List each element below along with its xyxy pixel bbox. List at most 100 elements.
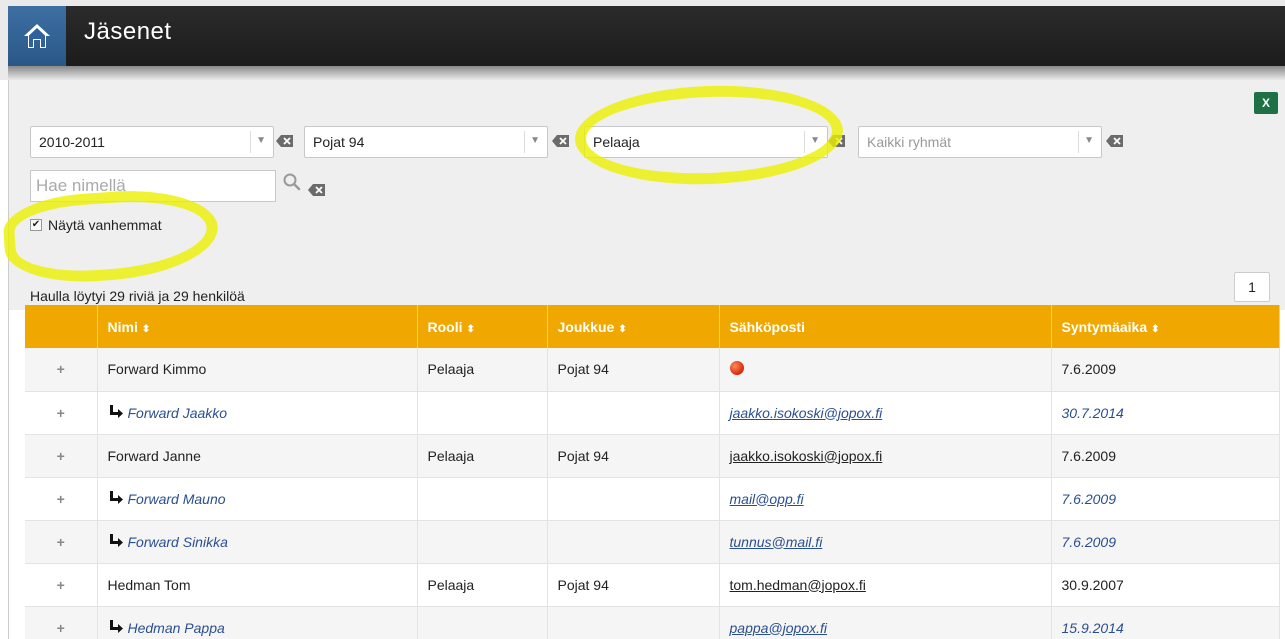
excel-export-icon[interactable]: X [1254,92,1278,114]
member-email: tom.hedman@jopox.fi [719,563,1052,607]
clear-icon[interactable] [552,134,570,148]
table-row: + Forward Mauno mail@opp.fi 7.6.2009 [25,477,1280,521]
season-value: 2010-2011 [39,134,105,150]
column-header-name[interactable]: Nimi ⬍ [97,305,418,348]
email-link[interactable]: jaakko.isokoski@jopox.fi [730,448,883,464]
member-birthdate: 30.9.2007 [1051,563,1280,607]
member-team [547,520,720,564]
parent-name-cell: Forward Sinikka [97,520,418,564]
member-email: jaakko.isokoski@jopox.fi [719,434,1052,478]
header-bar [8,6,1285,66]
child-arrow-icon [109,404,123,418]
parent-name[interactable]: Forward Mauno [128,491,226,507]
member-email: tunnus@mail.fi [719,520,1052,564]
parent-name[interactable]: Forward Sinikka [128,534,228,550]
member-team [547,477,720,521]
home-button[interactable] [8,6,66,66]
member-role [417,606,548,639]
email-link[interactable]: mail@opp.fi [730,491,804,507]
member-email: mail@opp.fi [719,477,1052,521]
plus-icon[interactable]: + [25,434,98,478]
member-role: Pelaaja [417,348,548,392]
members-table: Nimi ⬍ Rooli ⬍ Joukkue ⬍ Sähköposti Syntymä… [25,305,1280,639]
plus-icon[interactable]: + [25,348,98,392]
plus-icon[interactable]: + [25,477,98,521]
member-email: pappa@jopox.fi [719,606,1052,639]
select-separator [524,131,525,153]
group-select[interactable]: Kaikki ryhmät ▼ [858,126,1102,158]
team-value: Pojat 94 [313,134,365,150]
column-header-birthdate[interactable]: Syntymäaika ⬍ [1051,305,1280,348]
red-dot-icon [729,360,744,375]
group-placeholder: Kaikki ryhmät [867,134,952,150]
email-link[interactable]: jaakko.isokoski@jopox.fi [730,405,883,421]
home-icon [24,24,50,48]
member-team: Pojat 94 [547,434,720,478]
member-birthdate: 7.6.2009 [1051,434,1280,478]
parent-name-cell: Forward Jaakko [97,391,418,435]
chevron-down-icon: ▼ [1084,135,1094,146]
member-team: Pojat 94 [547,348,720,392]
member-birthdate: 7.6.2009 [1051,477,1280,521]
plus-icon[interactable]: + [25,520,98,564]
chevron-down-icon: ▼ [256,135,266,146]
child-arrow-icon [109,490,123,504]
member-birthdate: 15.9.2014 [1051,606,1280,639]
parent-name[interactable]: Forward Jaakko [128,405,228,421]
member-name: Forward Kimmo [97,348,418,392]
member-birthdate: 30.7.2014 [1051,391,1280,435]
sort-icon: ⬍ [618,323,627,335]
sort-icon: ⬍ [1151,323,1160,335]
member-role: Pelaaja [417,434,548,478]
header-shadow [8,66,1285,80]
team-select[interactable]: Pojat 94 ▼ [304,126,548,158]
child-arrow-icon [109,533,123,547]
plus-icon[interactable]: + [25,563,98,607]
select-separator [1078,131,1079,153]
result-count: Haulla löytyi 29 riviä ja 29 henkilöä [30,288,245,304]
member-role [417,520,548,564]
season-select[interactable]: 2010-2011 ▼ [30,126,274,158]
member-role [417,477,548,521]
plus-icon[interactable]: + [25,391,98,435]
member-name: Hedman Tom [97,563,418,607]
member-birthdate: 7.6.2009 [1051,348,1280,392]
member-role: Pelaaja [417,563,548,607]
page-title: Jäsenet [84,18,172,45]
clear-icon[interactable] [308,183,326,197]
search-icon[interactable] [282,172,302,192]
sort-icon: ⬍ [141,323,151,335]
email-link[interactable]: pappa@jopox.fi [730,620,828,636]
email-link[interactable]: tom.hedman@jopox.fi [730,577,866,593]
table-row: + Hedman Pappa pappa@jopox.fi 15.9.2014 [25,606,1280,639]
member-email: jaakko.isokoski@jopox.fi [719,391,1052,435]
parent-name-cell: Forward Mauno [97,477,418,521]
table-row: + Forward Sinikka tunnus@mail.fi 7.6.200… [25,520,1280,564]
select-separator [250,131,251,153]
column-header-expand [25,305,98,348]
member-email [719,348,1052,392]
clear-icon[interactable] [276,134,294,148]
clear-icon[interactable] [1106,134,1124,148]
table-header-row: Nimi ⬍ Rooli ⬍ Joukkue ⬍ Sähköposti Syntymä… [25,305,1280,348]
child-arrow-icon [109,619,123,633]
column-header-team[interactable]: Joukkue ⬍ [547,305,720,348]
member-team: Pojat 94 [547,563,720,607]
member-name: Forward Janne [97,434,418,478]
table-row: + Forward Jaakko jaakko.isokoski@jopox.f… [25,391,1280,435]
parent-name[interactable]: Hedman Pappa [128,620,225,636]
chevron-down-icon: ▼ [530,135,540,146]
member-team [547,391,720,435]
top-bar: Jäsenet [0,0,1285,80]
table-row: + Forward Kimmo Pelaaja Pojat 94 7.6.200… [25,348,1280,392]
page-button[interactable]: 1 [1234,272,1270,302]
table-row: + Forward Janne Pelaaja Pojat 94 jaakko.… [25,434,1280,478]
member-team [547,606,720,639]
plus-icon[interactable]: + [25,606,98,639]
member-role [417,391,548,435]
sort-icon: ⬍ [466,323,475,335]
column-header-email: Sähköposti [719,305,1052,348]
column-header-role[interactable]: Rooli ⬍ [417,305,548,348]
email-link[interactable]: tunnus@mail.fi [730,534,823,550]
member-birthdate: 7.6.2009 [1051,520,1280,564]
